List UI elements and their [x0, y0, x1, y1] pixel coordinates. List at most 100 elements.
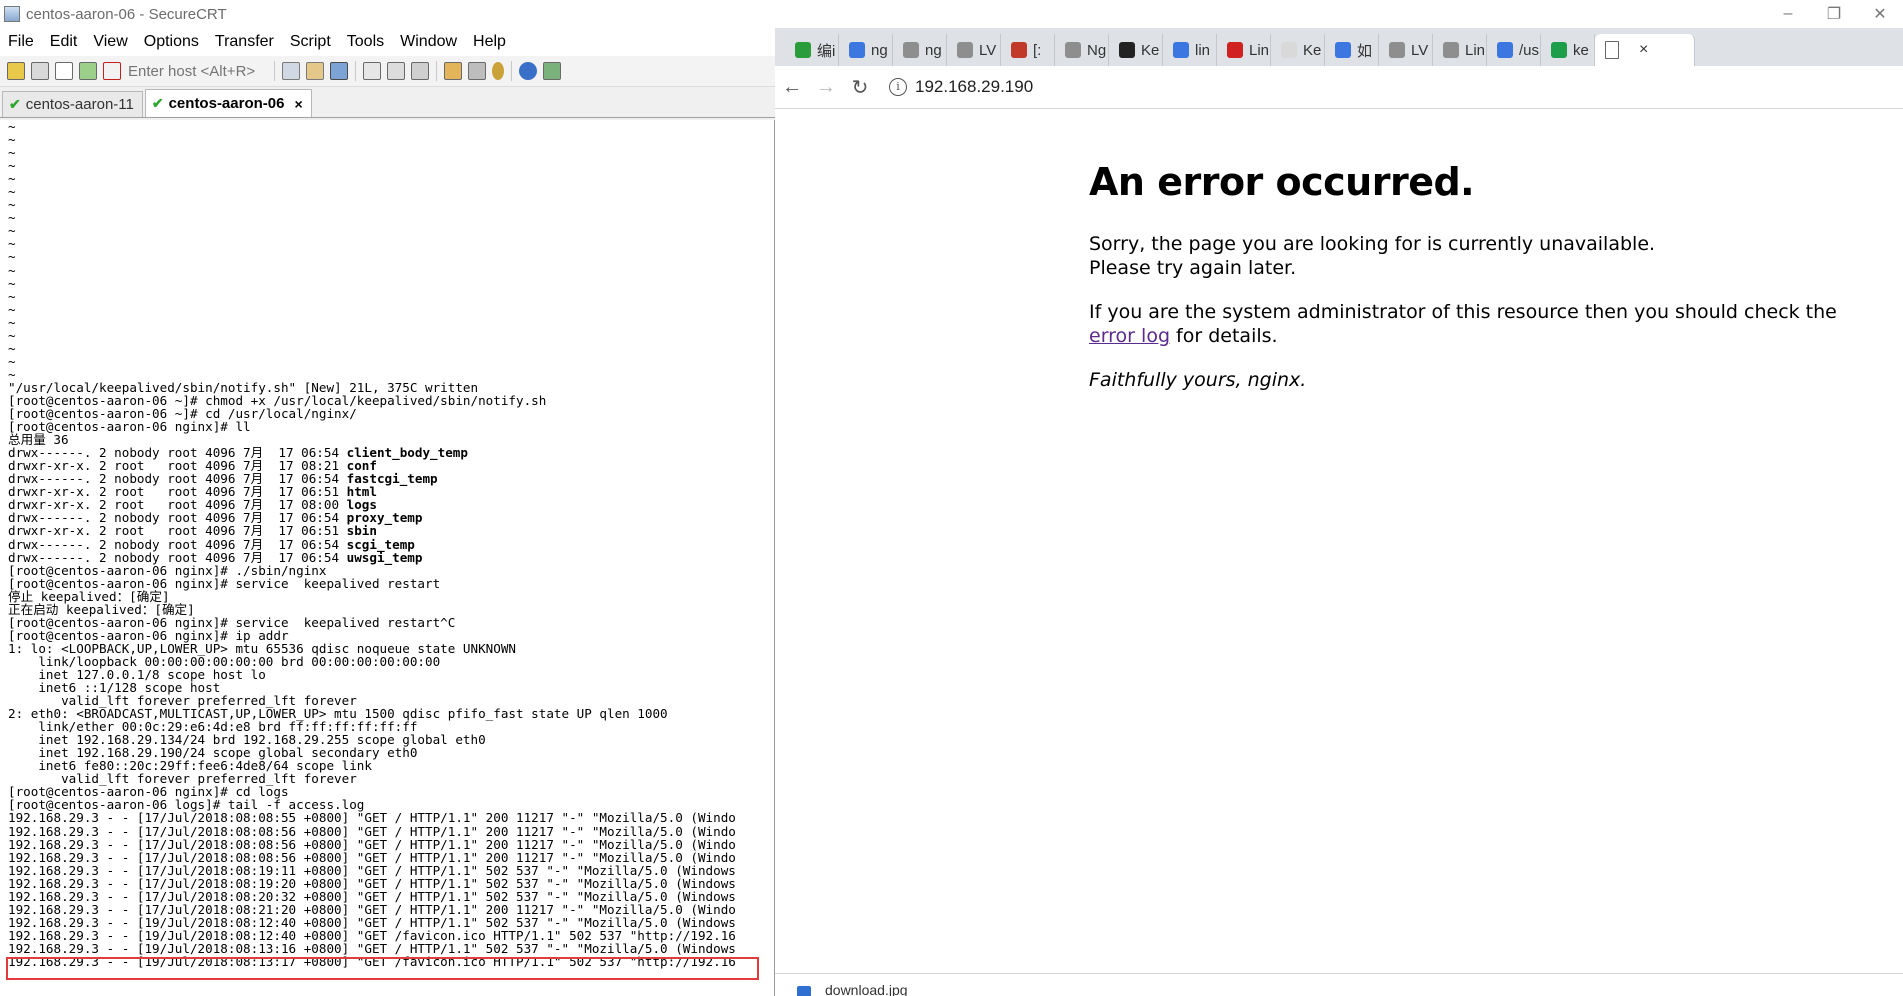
- print-selection-icon[interactable]: [387, 62, 405, 80]
- browser-tab-label: ng: [871, 41, 888, 59]
- site-info-icon[interactable]: i: [889, 78, 907, 96]
- terminal-line: 1: lo: <LOOPBACK,UP,LOWER_UP> mtu 65536 …: [8, 640, 516, 656]
- menu-tools[interactable]: Tools: [339, 33, 392, 51]
- toolbar-separator: [355, 61, 356, 81]
- session-tab-centos-aaron-11[interactable]: ✔ centos-aaron-11: [2, 91, 143, 117]
- browser-window: – ❐ ✕ 编i ng ng LV [: Ng Ke lin Lin Ke 如 LV Lin/us ke ×…: [775, 0, 1903, 996]
- browser-toolbar: ← → ↻ i 192.168.29.190: [775, 66, 1903, 109]
- browser-tab[interactable]: Ke: [1271, 34, 1325, 66]
- terminal-line: [root@centos-aaron-06 nginx]# service ke…: [8, 575, 441, 591]
- print-icon[interactable]: [363, 62, 381, 80]
- download-file-icon: [797, 986, 811, 996]
- browser-tab[interactable]: Lin: [1217, 34, 1271, 66]
- browser-tab[interactable]: 如: [1325, 34, 1379, 66]
- browser-tab-label: Ke: [1303, 41, 1322, 59]
- minimize-icon[interactable]: –: [1765, 5, 1811, 23]
- download-item[interactable]: download.jpg: [825, 982, 908, 996]
- browser-tab-label: Ng: [1087, 41, 1107, 59]
- highlight-box: [6, 957, 759, 980]
- disconnect-icon[interactable]: [103, 62, 121, 80]
- browser-tab[interactable]: 编i: [785, 34, 839, 66]
- tab-favicon-icon: [1389, 42, 1405, 58]
- terminal-line: 192.168.29.3 - - [17/Jul/2018:08:08:56 +…: [8, 836, 736, 852]
- tab-favicon-icon: [957, 42, 973, 58]
- terminal-line: link/loopback 00:00:00:00:00:00 brd 00:0…: [8, 653, 441, 669]
- menu-transfer[interactable]: Transfer: [207, 33, 282, 51]
- browser-tab[interactable]: ng: [893, 34, 947, 66]
- browser-tab[interactable]: lin: [1163, 34, 1217, 66]
- global-options-icon[interactable]: [468, 62, 486, 80]
- session-tab-centos-aaron-06[interactable]: ✔ centos-aaron-06 ×: [144, 89, 312, 117]
- connect-icon[interactable]: [7, 62, 25, 80]
- reconnect-icon[interactable]: [79, 62, 97, 80]
- terminal-line: ~: [8, 288, 16, 304]
- browser-tab[interactable]: /us: [1487, 34, 1541, 66]
- browser-tab-label: Ke: [1141, 41, 1160, 59]
- close-window-icon[interactable]: ✕: [1857, 4, 1903, 24]
- key-icon[interactable]: [492, 62, 504, 80]
- menu-edit[interactable]: Edit: [42, 33, 86, 51]
- securecrt-app-icon: [4, 6, 20, 22]
- restore-icon[interactable]: ❐: [1811, 4, 1857, 24]
- browser-tab-label: 如: [1357, 42, 1373, 60]
- connect-in-tab-icon[interactable]: [55, 62, 73, 80]
- browser-tab[interactable]: LV: [1379, 34, 1433, 66]
- tab-favicon-icon: [903, 42, 919, 58]
- help-icon[interactable]: [519, 62, 537, 80]
- browser-tab-active[interactable]: ×: [1595, 34, 1695, 66]
- close-tab-icon[interactable]: ×: [294, 96, 302, 112]
- tab-favicon-icon: [1227, 42, 1243, 58]
- terminal-line: [root@centos-aaron-06 nginx]# service ke…: [8, 614, 456, 630]
- browser-tab[interactable]: [:: [1001, 34, 1055, 66]
- tab-favicon-icon: [1281, 42, 1297, 58]
- close-tab-icon[interactable]: ×: [1639, 41, 1648, 59]
- nginx-error-page: An error occurred. Sorry, the page you a…: [1089, 160, 1849, 412]
- quick-connect-icon[interactable]: [31, 62, 49, 80]
- terminal-line: ~: [8, 301, 16, 317]
- browser-tab-label: lin: [1195, 41, 1211, 59]
- reload-icon[interactable]: ↻: [843, 75, 877, 100]
- menu-script[interactable]: Script: [282, 33, 339, 51]
- browser-tab[interactable]: ng: [839, 34, 893, 66]
- terminal-line: ~: [8, 366, 16, 382]
- menu-options[interactable]: Options: [136, 33, 207, 51]
- browser-tab[interactable]: Ng: [1055, 34, 1109, 66]
- address-bar[interactable]: i 192.168.29.190: [881, 72, 1903, 102]
- browser-tab[interactable]: Ke: [1109, 34, 1163, 66]
- terminal-line: [root@centos-aaron-06 nginx]# ll: [8, 419, 251, 435]
- enter-host-input[interactable]: [124, 62, 270, 80]
- browser-tab-label: /us: [1519, 41, 1540, 59]
- find-icon[interactable]: [330, 62, 348, 80]
- terminal-line: ~: [8, 262, 16, 278]
- menu-file[interactable]: File: [0, 33, 42, 51]
- terminal-line: 192.168.29.3 - - [17/Jul/2018:08:21:20 +…: [8, 901, 736, 917]
- tab-favicon-icon: [1011, 42, 1027, 58]
- browser-tab[interactable]: ke: [1541, 34, 1595, 66]
- error-message-line2: Please try again later.: [1089, 257, 1297, 279]
- session-options-icon[interactable]: [444, 62, 462, 80]
- forward-arrow-icon[interactable]: →: [809, 76, 843, 99]
- terminal-line: 192.168.29.3 - - [17/Jul/2018:08:20:32 +…: [8, 888, 736, 904]
- tab-favicon-icon: [1173, 42, 1189, 58]
- toolbar-separator: [511, 61, 512, 81]
- paste-icon[interactable]: [306, 62, 324, 80]
- terminal-line: 192.168.29.3 - - [17/Jul/2018:08:08:56 +…: [8, 849, 736, 865]
- terminal-line: ~: [8, 145, 16, 161]
- menu-view[interactable]: View: [85, 33, 135, 51]
- menu-window[interactable]: Window: [392, 33, 465, 51]
- screenshot-icon[interactable]: [543, 62, 561, 80]
- terminal-output[interactable]: ~ ~ ~ ~ ~ ~ ~ ~ ~ ~ ~ ~ ~ ~ ~ ~ ~ ~ ~ ~ "/usr/local/keepaliv…: [0, 120, 775, 996]
- browser-tab-label: Lin: [1465, 41, 1486, 59]
- admin-message-text: If you are the system administrator of t…: [1089, 301, 1837, 323]
- copy-icon[interactable]: [282, 62, 300, 80]
- connected-check-icon: ✔: [151, 95, 164, 111]
- browser-tab[interactable]: LV: [947, 34, 1001, 66]
- back-arrow-icon[interactable]: ←: [775, 76, 809, 99]
- printer-icon[interactable]: [411, 62, 429, 80]
- browser-tab[interactable]: Lin: [1433, 34, 1487, 66]
- error-log-link[interactable]: error log: [1089, 325, 1170, 347]
- menu-help[interactable]: Help: [465, 33, 514, 51]
- tab-favicon-icon: [1065, 42, 1081, 58]
- terminal-line: ~: [8, 314, 16, 330]
- terminal-line: drwx------. 2 nobody root 4096 7月 17 06:…: [8, 549, 423, 565]
